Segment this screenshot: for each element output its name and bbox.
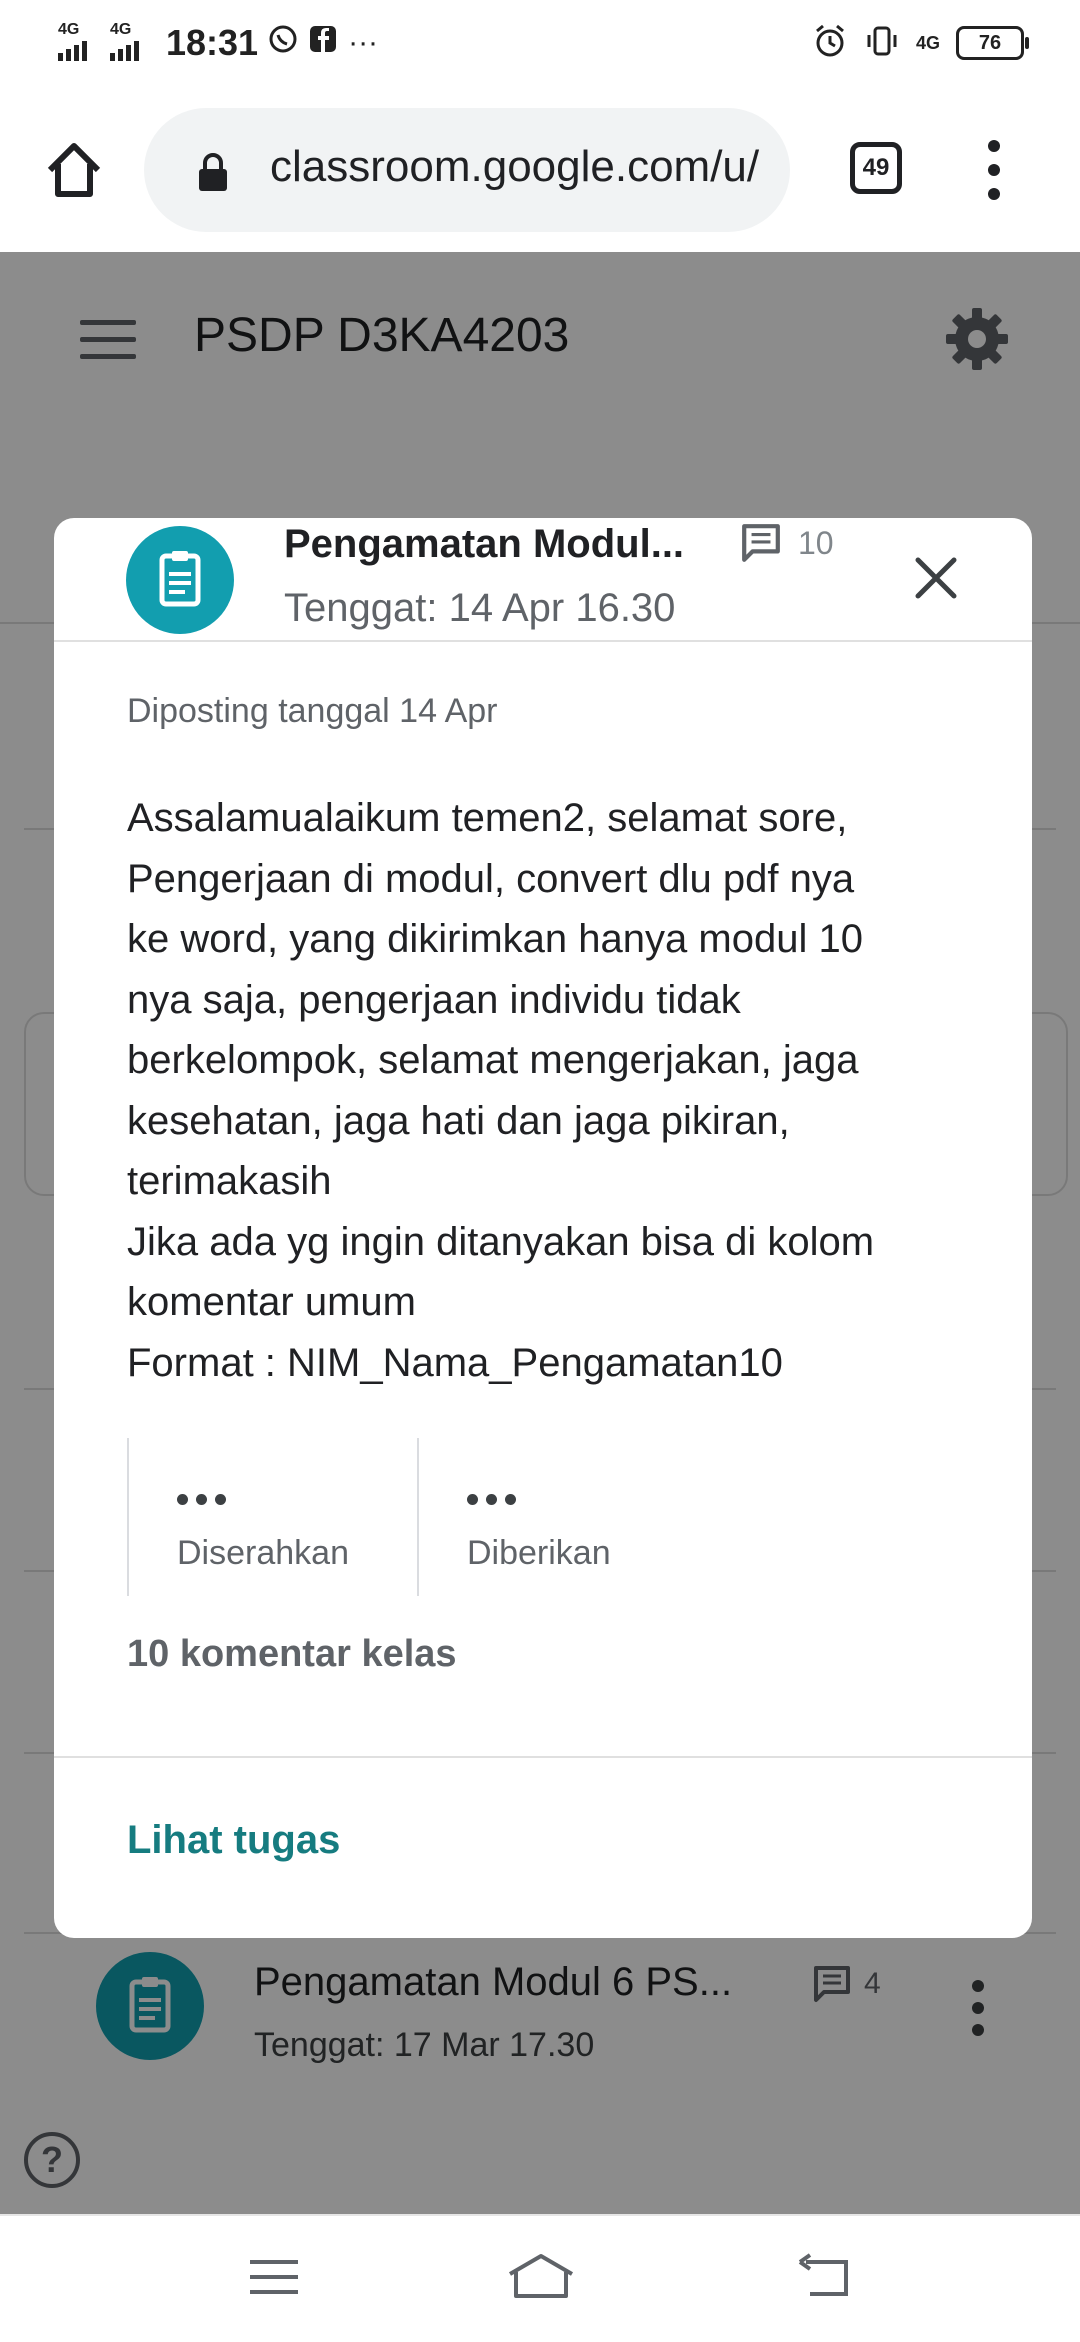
- battery-level: 76: [978, 31, 1002, 54]
- assignment-icon: [126, 526, 234, 634]
- class-comments-link[interactable]: 10 komentar kelas: [127, 1633, 457, 1676]
- address-bar[interactable]: classroom.google.com/u/: [144, 108, 790, 232]
- network-type-1: 4G: [58, 21, 80, 38]
- posted-date: Diposting tanggal 14 Apr: [127, 692, 498, 730]
- tab-count: 49: [862, 154, 890, 181]
- close-icon[interactable]: [910, 552, 962, 604]
- status-left: 4G 4G 18:31 ···: [58, 18, 378, 68]
- whatsapp-icon: [268, 24, 298, 62]
- signal-2-icon: 4G: [110, 21, 152, 63]
- signal-1-icon: 4G: [58, 21, 100, 63]
- status-bar: 4G 4G 18:31 ··· 4G 76: [0, 0, 1080, 86]
- battery-icon: 76: [956, 26, 1029, 60]
- url-text: classroom.google.com/u/: [270, 142, 760, 191]
- dialog-comment-count: 10: [740, 522, 834, 564]
- dialog-due-date: Tenggat: 14 Apr 16.30: [284, 586, 676, 630]
- assignment-dialog: Pengamatan Modul... 10 Tenggat: 14 Apr 1…: [54, 518, 1032, 1938]
- more-notifications: ···: [348, 26, 379, 59]
- lock-icon: [199, 153, 227, 191]
- submitted-count-loading: [177, 1494, 417, 1506]
- home-nav-icon[interactable]: [506, 2252, 576, 2302]
- clock: 18:31: [166, 22, 259, 63]
- home-icon: [47, 143, 101, 197]
- assigned-count-loading: [467, 1494, 707, 1506]
- browser-menu-button[interactable]: [986, 140, 1002, 200]
- stat-assigned-label: Diberikan: [467, 1534, 611, 1572]
- browser-toolbar: classroom.google.com/u/ 49: [0, 86, 1080, 252]
- dialog-title: Pengamatan Modul...: [284, 522, 685, 566]
- recent-apps-icon[interactable]: [244, 2252, 304, 2302]
- stat-submitted[interactable]: Diserahkan: [127, 1438, 417, 1596]
- tab-switcher-button[interactable]: 49: [850, 142, 902, 194]
- submission-stats: Diserahkan Diberikan: [127, 1438, 707, 1596]
- assignment-description: Assalamualaikum temen2, selamat sore, Pe…: [127, 796, 875, 1385]
- dialog-header: Pengamatan Modul... 10 Tenggat: 14 Apr 1…: [54, 518, 1032, 642]
- comment-count-value: 10: [798, 524, 834, 561]
- facebook-icon: [308, 24, 338, 62]
- alarm-icon: [812, 23, 848, 64]
- stat-assigned[interactable]: Diberikan: [417, 1438, 707, 1596]
- network-type-2: 4G: [110, 21, 132, 38]
- back-icon[interactable]: [796, 2252, 856, 2302]
- home-button[interactable]: [40, 136, 108, 204]
- stat-submitted-label: Diserahkan: [177, 1534, 349, 1572]
- network-type-3: 4G: [915, 32, 940, 53]
- status-right: 4G 76: [812, 18, 1029, 68]
- view-task-button[interactable]: Lihat tugas: [127, 1818, 340, 1863]
- vibrate-icon: [864, 23, 900, 64]
- dialog-divider: [54, 1756, 1032, 1758]
- system-nav-bar: [0, 2214, 1080, 2342]
- comment-icon: [742, 524, 780, 562]
